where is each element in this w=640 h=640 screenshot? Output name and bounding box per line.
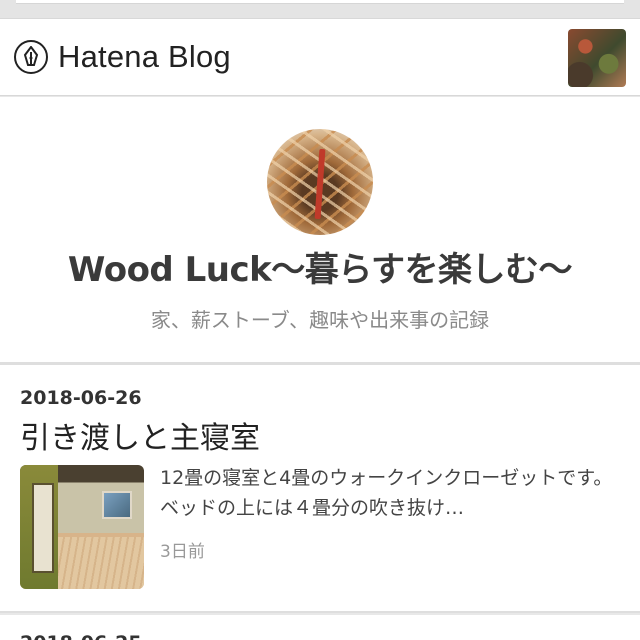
blog-title[interactable]: Wood Luck〜暮らすを楽しむ〜 (0, 242, 640, 291)
entry-card-next[interactable]: 2018-06-25 (0, 615, 640, 640)
blog-description: 家、薪ストーブ、趣味や出来事の記録 (150, 308, 490, 332)
blog-icon-firewood-image (267, 129, 373, 235)
entry-title[interactable]: 引き渡しと主寝室 (20, 413, 260, 457)
user-avatar[interactable] (568, 29, 626, 87)
axe-handle-graphic (314, 148, 326, 220)
pen-nib-icon (14, 40, 48, 74)
previous-card-strip (0, 0, 640, 18)
entry-date-next: 2018-06-25 (20, 632, 142, 640)
entry-summary: 12畳の寝室と4畳のウォークインクローゼットです。 ベッドの上には４畳分の吹き抜… (160, 467, 613, 519)
thumb-floor (58, 537, 144, 589)
entry-date: 2018-06-26 (20, 387, 142, 409)
site-header: Hatena Blog (0, 18, 640, 96)
hatena-blog-logo[interactable]: Hatena Blog (14, 38, 231, 76)
entry-card[interactable]: 2018-06-26 引き渡しと主寝室 12畳の寝室と4畳のウォークインクローゼ… (0, 365, 640, 613)
blog-header: Wood Luck〜暮らすを楽しむ〜 家、薪ストーブ、趣味や出来事の記録 (0, 97, 640, 365)
thumb-window (102, 491, 132, 519)
entry-relative-time: 3日前 (160, 542, 205, 562)
thumb-door (32, 483, 54, 573)
previous-card-edge (16, 0, 624, 4)
entry-thumbnail[interactable] (20, 465, 144, 589)
logo-text: Hatena Blog (58, 39, 231, 74)
